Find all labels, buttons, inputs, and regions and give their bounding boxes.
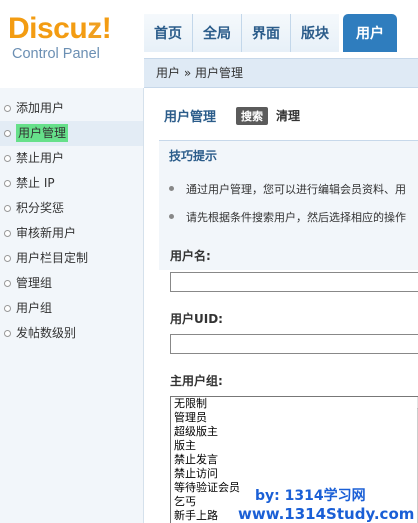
tip-item: 请先根据条件搜索用户，然后选择相应的操作 <box>169 209 406 225</box>
tips-title: 技巧提示 <box>169 149 218 163</box>
logo-subtitle: Control Panel <box>12 46 100 62</box>
group-option[interactable]: 无限制 <box>171 397 418 411</box>
title-row: 用户管理 搜索 清理 <box>164 106 300 125</box>
group-option[interactable]: 版主 <box>171 439 418 453</box>
tip-item: 通过用户管理，您可以进行编辑会员资料、用 <box>169 181 406 197</box>
sidebar-item-ban-ip[interactable]: 禁止 IP <box>0 171 143 196</box>
sidebar-item-user-manage[interactable]: 用户管理 <box>0 121 143 146</box>
sidebar-item-add-user[interactable]: 添加用户 <box>0 96 143 121</box>
sidebar-item-admin-groups[interactable]: 管理组 <box>0 271 143 296</box>
group-option[interactable]: 禁止发言 <box>171 453 418 467</box>
sidebar-item-credits[interactable]: 积分奖惩 <box>0 196 143 221</box>
sidebar: 添加用户 用户管理 禁止用户 禁止 IP 积分奖惩 审核新用户 用户栏目定制 管… <box>0 88 144 523</box>
search-button[interactable]: 搜索 <box>236 106 269 125</box>
sidebar-item-ban-user[interactable]: 禁止用户 <box>0 146 143 171</box>
tab-global[interactable]: 全局 <box>192 14 241 52</box>
logo: Discuz! Control Panel <box>8 12 112 63</box>
breadcrumb-separator: » <box>183 66 192 80</box>
sidebar-item-profile-fields[interactable]: 用户栏目定制 <box>0 246 143 271</box>
breadcrumb-root[interactable]: 用户 <box>156 66 180 80</box>
clean-button[interactable]: 清理 <box>276 107 300 124</box>
uid-label: 用户UID: <box>170 312 223 326</box>
tab-home[interactable]: 首页 <box>144 14 192 52</box>
sidebar-item-post-ranks[interactable]: 发帖数级别 <box>0 321 143 346</box>
watermark-line2: www.1314Study.com <box>238 505 415 523</box>
watermark-line1: by: 1314学习网 <box>255 488 366 504</box>
page-title: 用户管理 <box>164 110 217 125</box>
username-label: 用户名: <box>170 249 211 263</box>
logo-text: Discuz! <box>8 12 112 45</box>
breadcrumb-current: 用户管理 <box>195 66 244 80</box>
group-option[interactable]: 管理员 <box>171 411 418 425</box>
tab-users[interactable]: 用户 <box>343 14 397 52</box>
tab-interface[interactable]: 界面 <box>241 14 290 52</box>
tab-forums[interactable]: 版块 <box>290 14 339 52</box>
main-content: 用户管理 搜索 清理 技巧提示 通过用户管理，您可以进行编辑会员资料、用 请先根… <box>145 89 418 523</box>
main-nav: 首页 全局 界面 版块 用户 <box>144 14 418 52</box>
group-option[interactable]: 禁止访问 <box>171 467 418 481</box>
breadcrumb: 用户 » 用户管理 <box>144 58 418 88</box>
header: Discuz! Control Panel 首页 全局 界面 版块 用户 <box>0 0 418 62</box>
sidebar-item-user-groups[interactable]: 用户组 <box>0 296 143 321</box>
username-input[interactable] <box>170 272 418 292</box>
group-option[interactable]: 超级版主 <box>171 425 418 439</box>
sidebar-item-audit-new[interactable]: 审核新用户 <box>0 221 143 246</box>
group-label: 主用户组: <box>170 374 223 388</box>
uid-input[interactable] <box>170 334 418 354</box>
